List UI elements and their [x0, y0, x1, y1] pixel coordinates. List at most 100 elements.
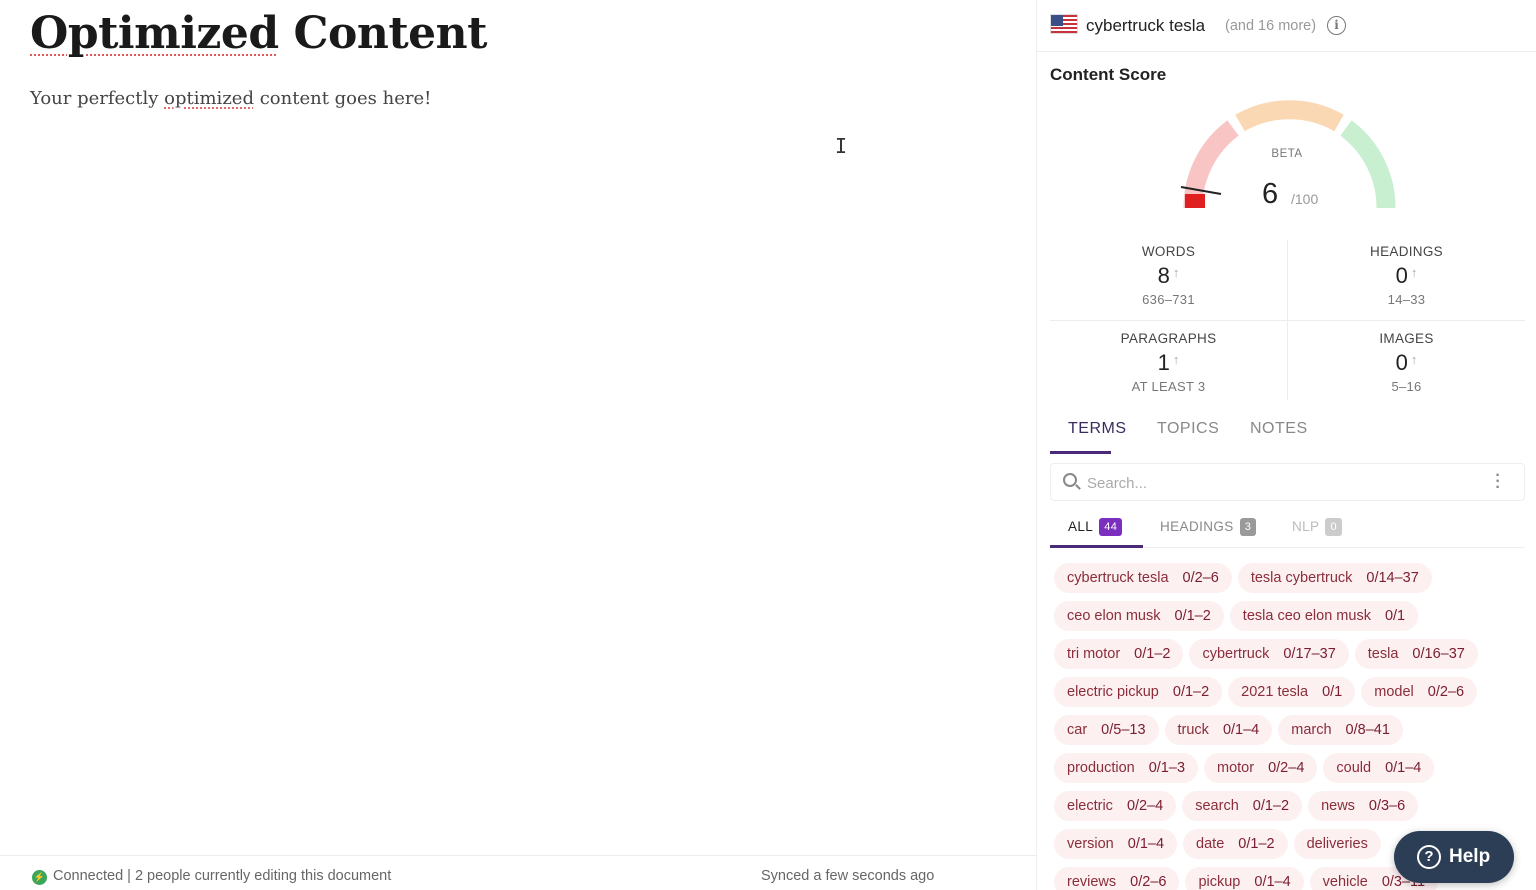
- term-row: production 0/1–3 motor 0/2–4 could 0/1–4: [1054, 753, 1440, 783]
- term-chip[interactable]: motor 0/2–4: [1204, 753, 1318, 783]
- us-flag-icon: [1050, 14, 1078, 34]
- question-icon: ?: [1417, 845, 1441, 869]
- arrow-up-icon: ↑: [1172, 265, 1180, 280]
- filter-count-badge: 3: [1239, 518, 1257, 536]
- term-count: 0/2–4: [1126, 798, 1164, 814]
- term-name: march: [1291, 722, 1332, 738]
- keyword-bar[interactable]: cybertruck tesla (and 16 more) i: [1037, 0, 1536, 52]
- beta-label: BETA: [1271, 148, 1303, 160]
- term-name: 2021 tesla: [1241, 684, 1309, 700]
- stat-label: IMAGES: [1379, 331, 1434, 346]
- term-filters: ALL 44 HEADINGS 3 NLP 0: [1050, 510, 1525, 548]
- term-count: 0/2–4: [1268, 760, 1305, 776]
- term-name: tesla: [1367, 646, 1399, 662]
- term-chip[interactable]: electric 0/2–4: [1054, 791, 1177, 821]
- filter-label: NLP: [1292, 519, 1320, 534]
- stat-value: 1: [1157, 350, 1170, 375]
- term-name: tesla cybertruck: [1250, 570, 1353, 586]
- connection-status: Connected | 2 people currently editing t…: [53, 868, 392, 884]
- stats-divider-horizontal: [1050, 320, 1525, 321]
- stat-value-row: 8 ↑: [1050, 263, 1287, 289]
- editor-pane[interactable]: Optimized Content Your perfectly optimiz…: [0, 0, 1036, 890]
- term-count: 0/1: [1384, 608, 1406, 624]
- term-chip[interactable]: tesla ceo elon musk 0/1: [1229, 601, 1419, 631]
- tab-terms[interactable]: TERMS: [1068, 420, 1127, 438]
- terms-search-input[interactable]: [1087, 472, 1467, 494]
- term-chip[interactable]: 2021 tesla 0/1: [1228, 677, 1356, 707]
- body-text-pre: Your perfectly: [30, 88, 165, 109]
- term-chip[interactable]: cybertruck 0/17–37: [1189, 639, 1349, 669]
- info-icon[interactable]: i: [1327, 16, 1346, 35]
- terms-search-box[interactable]: ···: [1050, 463, 1525, 501]
- term-count: 0/1: [1322, 684, 1343, 700]
- term-count: 0/16–37: [1412, 646, 1465, 662]
- term-name: cybertruck: [1202, 646, 1270, 662]
- term-chip[interactable]: cybertruck tesla 0/2–6: [1054, 563, 1232, 593]
- arrow-up-icon: ↑: [1172, 352, 1180, 367]
- keyword-more: (and 16 more): [1225, 18, 1317, 34]
- term-chip[interactable]: date 0/1–2: [1183, 829, 1288, 859]
- term-chip[interactable]: reviews 0/2–6: [1054, 867, 1180, 890]
- term-count: 0/1–4: [1254, 874, 1291, 890]
- stat-paragraphs: PARAGRAPHS 1 ↑ AT LEAST 3: [1050, 319, 1287, 406]
- term-name: deliveries: [1306, 836, 1368, 852]
- term-row: tri motor 0/1–2 cybertruck 0/17–37 tesla 0/16…: [1054, 639, 1484, 669]
- term-chip[interactable]: deliveries: [1293, 829, 1381, 859]
- term-chip[interactable]: tesla cybertruck 0/14–37: [1237, 563, 1432, 593]
- term-count: 0/17–37: [1283, 646, 1336, 662]
- filter-all[interactable]: ALL 44: [1068, 518, 1123, 536]
- help-button[interactable]: ? Help: [1394, 831, 1514, 883]
- term-count: 0/1–4: [1385, 760, 1422, 776]
- document-title[interactable]: Optimized Content: [30, 8, 487, 59]
- term-count: 0/3–6: [1368, 798, 1406, 814]
- term-chip[interactable]: version 0/1–4: [1054, 829, 1178, 859]
- term-count: 0/5–13: [1101, 722, 1146, 738]
- filter-nlp[interactable]: NLP 0: [1292, 518, 1342, 536]
- filter-count-badge: 0: [1325, 518, 1342, 536]
- title-word: Content: [293, 8, 487, 59]
- term-name: news: [1321, 798, 1355, 814]
- term-chip[interactable]: pickup 0/1–4: [1185, 867, 1304, 890]
- term-chip[interactable]: production 0/1–3: [1054, 753, 1199, 783]
- filter-headings[interactable]: HEADINGS 3: [1160, 518, 1257, 536]
- term-chip[interactable]: truck 0/1–4: [1164, 715, 1273, 745]
- term-count: 0/1–2: [1252, 798, 1290, 814]
- arrow-up-icon: ↑: [1410, 265, 1418, 280]
- term-count: 0/1–2: [1238, 836, 1275, 852]
- kebab-menu-icon[interactable]: · · ·: [1495, 468, 1501, 496]
- term-name: pickup: [1198, 874, 1241, 890]
- term-name: cybertruck tesla: [1067, 570, 1169, 586]
- term-chip[interactable]: tri motor 0/1–2: [1054, 639, 1184, 669]
- term-chip[interactable]: search 0/1–2: [1182, 791, 1303, 821]
- term-name: reviews: [1067, 874, 1117, 890]
- body-text-post: content goes here!: [253, 88, 432, 109]
- stat-label: HEADINGS: [1370, 244, 1443, 259]
- document-body[interactable]: Your perfectly optimized content goes he…: [30, 88, 431, 109]
- term-chip[interactable]: tesla 0/16–37: [1354, 639, 1478, 669]
- term-chip[interactable]: could 0/1–4: [1323, 753, 1435, 783]
- term-chip[interactable]: ceo elon musk 0/1–2: [1054, 601, 1224, 631]
- filter-count-badge: 44: [1099, 518, 1123, 536]
- active-filter-indicator: [1050, 545, 1143, 548]
- term-name: truck: [1177, 722, 1209, 738]
- tab-notes[interactable]: NOTES: [1250, 420, 1308, 438]
- tab-topics[interactable]: TOPICS: [1157, 420, 1219, 438]
- term-chip[interactable]: car 0/5–13: [1054, 715, 1159, 745]
- stat-value: 0: [1395, 263, 1408, 288]
- score-max: /100: [1291, 191, 1319, 207]
- term-count: 0/1–2: [1134, 646, 1171, 662]
- stat-headings: HEADINGS 0 ↑ 14–33: [1288, 232, 1525, 319]
- term-chip[interactable]: news 0/3–6: [1308, 791, 1419, 821]
- term-name: model: [1374, 684, 1414, 700]
- title-word-misspelled: Optimized: [30, 8, 279, 59]
- term-chip[interactable]: march 0/8–41: [1278, 715, 1403, 745]
- term-chip[interactable]: electric pickup 0/1–2: [1054, 677, 1223, 707]
- term-count: 0/1–4: [1127, 836, 1165, 852]
- body-text-misspelled: optimized: [164, 88, 254, 109]
- term-chip[interactable]: model 0/2–6: [1361, 677, 1478, 707]
- search-icon: [1063, 473, 1077, 487]
- term-name: car: [1067, 722, 1088, 738]
- term-row: electric pickup 0/1–2 2021 tesla 0/1 model 0/…: [1054, 677, 1483, 707]
- stats-grid: WORDS 8 ↑ 636–731 HEADINGS 0 ↑ 14–33 PARAG…: [1050, 232, 1525, 407]
- term-count: 0/1–3: [1148, 760, 1186, 776]
